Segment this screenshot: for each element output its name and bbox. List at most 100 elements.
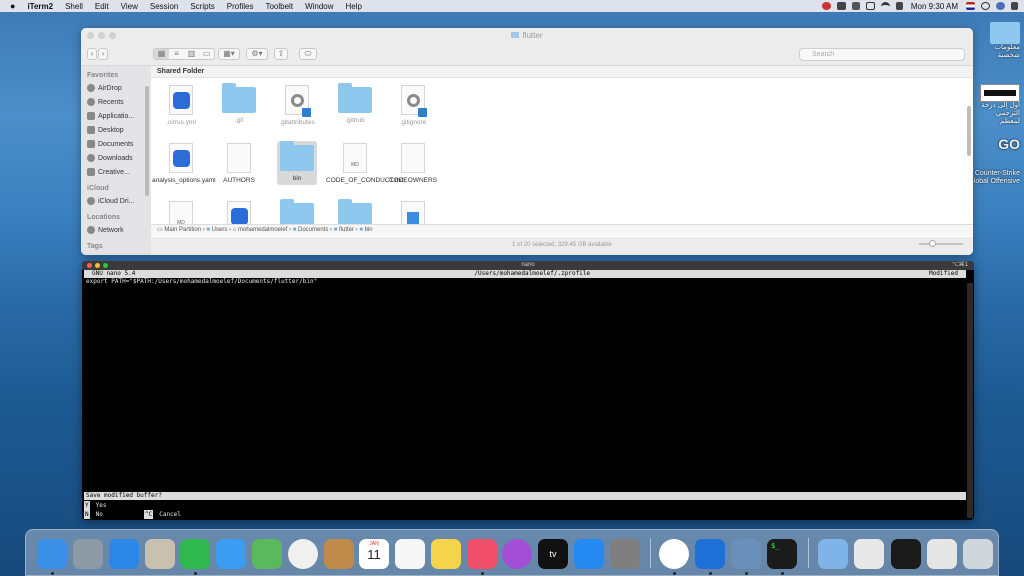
back-button[interactable]: ‹ <box>87 48 97 60</box>
sidebar-item-airdrop[interactable]: AirDrop <box>81 81 151 95</box>
file-item[interactable]: .cirrus.yml <box>152 81 210 127</box>
status-record-icon[interactable] <box>821 2 831 10</box>
menu-scripts[interactable]: Scripts <box>184 2 220 11</box>
iterm-titlebar[interactable]: nano ⌥⌘1 <box>82 261 974 270</box>
close-button[interactable] <box>87 263 92 268</box>
menu-view[interactable]: View <box>115 2 144 11</box>
close-button[interactable] <box>87 32 94 39</box>
terminal-scrollbar[interactable] <box>967 283 973 518</box>
file-item[interactable]: analysis_options.yaml <box>152 139 216 185</box>
menu-app-name[interactable]: iTerm2 <box>21 2 59 11</box>
group-by-icon[interactable]: ▦▾ <box>218 48 240 60</box>
terminal-area[interactable]: GNU nano 5.4 /Users/mohamedalmoelef/.zpr… <box>84 270 966 520</box>
finder-titlebar[interactable]: flutter <box>81 28 973 44</box>
screenshot-stack-icon-2[interactable] <box>927 539 957 569</box>
wifi-icon[interactable] <box>880 2 890 10</box>
music-icon[interactable] <box>467 539 497 569</box>
path-item[interactable]: bin <box>365 227 373 233</box>
apple-tv-icon[interactable]: tv <box>538 539 568 569</box>
minimize-button[interactable] <box>95 263 100 268</box>
menu-shell[interactable]: Shell <box>59 2 89 11</box>
option-yes[interactable]: Y Yes <box>84 501 106 510</box>
minimize-button[interactable] <box>98 32 105 39</box>
forward-button[interactable]: › <box>98 48 108 60</box>
downloads-stack-icon[interactable] <box>818 539 848 569</box>
file-item[interactable]: CODEOWNERS <box>384 139 442 185</box>
input-source-flag-icon[interactable] <box>966 2 975 10</box>
status-app-icon[interactable] <box>836 2 846 10</box>
icon-view-icon[interactable]: ▦ <box>154 49 169 59</box>
reminders-icon[interactable] <box>395 539 425 569</box>
path-item[interactable]: flutter <box>339 227 354 233</box>
menu-window[interactable]: Window <box>299 2 339 11</box>
notes-icon[interactable] <box>431 539 461 569</box>
sidebar-item-desktop[interactable]: Desktop <box>81 123 151 137</box>
sidebar-item-network[interactable]: Network <box>81 223 151 237</box>
path-item[interactable]: Documents <box>298 227 328 233</box>
document-stack-icon[interactable] <box>854 539 884 569</box>
status-window-icon[interactable] <box>865 2 875 10</box>
iterm-icon[interactable]: $_ <box>767 539 797 569</box>
menubar-clock[interactable]: Mon 9:30 AM <box>909 2 960 11</box>
slider-knob[interactable] <box>929 240 936 247</box>
zoom-button[interactable] <box>109 32 116 39</box>
desktop-file[interactable]: أول إلى درجة الترجمي لمعظم <box>976 84 1020 126</box>
control-center-icon[interactable] <box>1011 2 1018 10</box>
preview-icon[interactable] <box>731 539 761 569</box>
maps-icon[interactable] <box>252 539 282 569</box>
menu-session[interactable]: Session <box>144 2 184 11</box>
trash-icon[interactable] <box>963 539 993 569</box>
icon-size-slider[interactable] <box>919 240 963 247</box>
xcode-icon[interactable] <box>695 539 725 569</box>
gallery-view-icon[interactable]: ▭ <box>199 49 214 59</box>
finder-icon[interactable] <box>37 539 67 569</box>
sidebar-scrollbar[interactable] <box>145 86 149 196</box>
search-input[interactable]: Search <box>799 48 965 61</box>
sidebar-item-recents[interactable]: Recents <box>81 95 151 109</box>
file-item[interactable]: .gitignore <box>384 81 442 127</box>
action-gear-icon[interactable]: ⚙▾ <box>246 48 268 60</box>
mail-stamp-icon[interactable] <box>145 539 175 569</box>
user-avatar-icon[interactable] <box>996 2 1005 10</box>
tags-icon[interactable]: ⬭ <box>299 48 317 60</box>
calendar-icon[interactable]: JAN 11 <box>359 539 389 569</box>
menu-toolbelt[interactable]: Toolbelt <box>259 2 299 11</box>
system-preferences-icon[interactable] <box>610 539 640 569</box>
sidebar-item-documents[interactable]: Documents <box>81 137 151 151</box>
option-cancel[interactable]: ^C Cancel <box>144 510 181 519</box>
file-item[interactable]: AUTHORS <box>210 139 268 185</box>
file-item[interactable]: MD CODE_OF_CONDUCT.md <box>326 139 404 185</box>
spotlight-icon[interactable] <box>981 2 990 10</box>
volume-icon[interactable] <box>895 2 903 10</box>
file-item[interactable]: .gitattributes <box>268 81 326 127</box>
facetime-icon[interactable] <box>180 539 210 569</box>
chrome-icon[interactable] <box>659 539 689 569</box>
screenshot-stack-icon[interactable] <box>891 539 921 569</box>
view-mode-segmented[interactable]: ▦ ≡ ▥ ▭ <box>153 48 215 60</box>
messages-icon[interactable] <box>216 539 246 569</box>
share-icon[interactable]: ⇧ <box>274 48 288 60</box>
file-item[interactable]: bin <box>268 139 326 183</box>
photos-icon[interactable] <box>288 539 318 569</box>
menu-help[interactable]: Help <box>340 2 368 11</box>
path-item[interactable]: mohamedalmoelef <box>238 227 287 233</box>
apple-menu-icon[interactable]: ● <box>0 1 21 11</box>
menu-profiles[interactable]: Profiles <box>221 2 260 11</box>
sidebar-item-creative[interactable]: Creative... <box>81 165 151 179</box>
column-view-icon[interactable]: ▥ <box>184 49 199 59</box>
zoom-button[interactable] <box>103 263 108 268</box>
safari-icon[interactable] <box>109 539 139 569</box>
path-item[interactable]: Users <box>212 227 228 233</box>
list-view-icon[interactable]: ≡ <box>169 49 184 59</box>
file-item[interactable]: .git <box>210 81 268 125</box>
podcasts-icon[interactable] <box>502 539 532 569</box>
sidebar-item-icloud-drive[interactable]: iCloud Dri... <box>81 194 151 208</box>
app-store-icon[interactable] <box>574 539 604 569</box>
path-item[interactable]: Main Partition <box>164 227 201 233</box>
file-item[interactable]: .github <box>326 81 384 125</box>
launchpad-icon[interactable] <box>73 539 103 569</box>
menu-edit[interactable]: Edit <box>89 2 115 11</box>
sidebar-item-downloads[interactable]: Downloads <box>81 151 151 165</box>
status-app-icon-2[interactable] <box>851 2 860 10</box>
option-no[interactable]: N No <box>84 510 103 519</box>
